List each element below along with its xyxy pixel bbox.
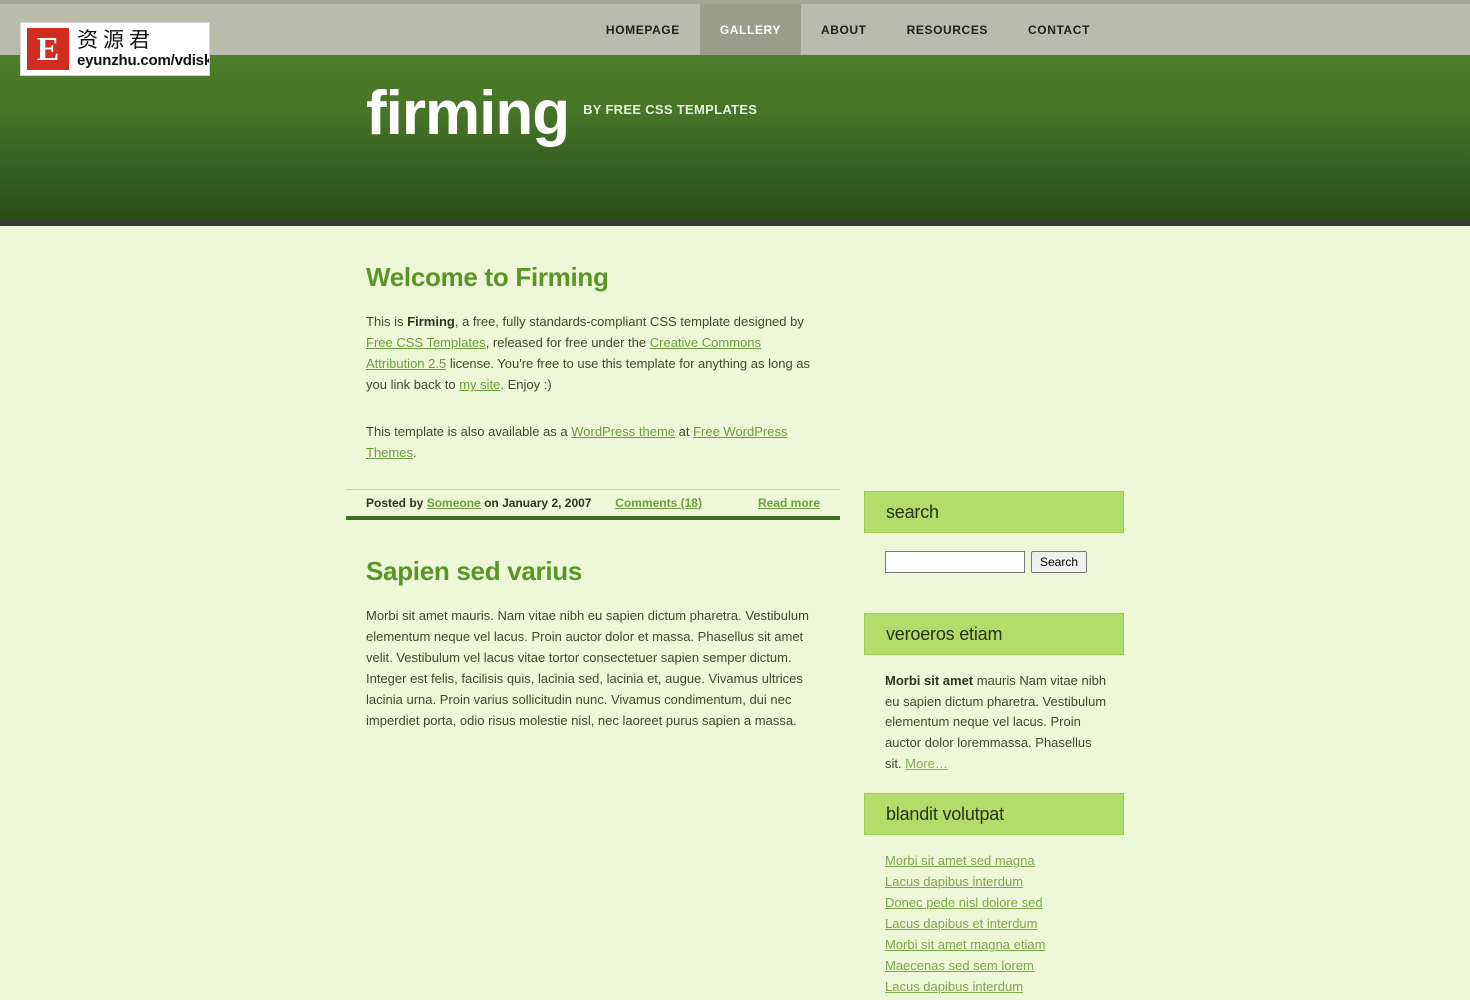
list-item: Donec pede nisl dolore sed xyxy=(885,895,1124,916)
top-navigation-bar: E 资源君 eyunzhu.com/vdisk HOMEPAGE GALLERY… xyxy=(0,0,1470,76)
sidebar-body-veroeros: Morbi sit amet mauris Nam vitae nibh eu … xyxy=(864,655,1124,775)
text-fragment: . xyxy=(412,445,417,460)
nav-item-gallery[interactable]: GALLERY xyxy=(699,4,801,55)
link-author[interactable]: Someone xyxy=(427,496,481,510)
list-item: Morbi sit amet sed magna xyxy=(885,853,1124,874)
logo-chinese-name: 资源君 xyxy=(77,28,155,52)
logo-url: eyunzhu.com/vdisk xyxy=(77,52,210,69)
text-fragment: . Enjoy :) xyxy=(500,377,552,392)
logo-text-group: 资源君 eyunzhu.com/vdisk xyxy=(77,28,210,69)
emphasis-firming: Firming xyxy=(407,314,455,329)
text-fragment: at xyxy=(675,424,694,439)
list-item: Lacus dapibus interdum xyxy=(885,874,1124,895)
post-paragraph-1: This is Firming, a free, fully standards… xyxy=(346,293,840,395)
link-wordpress-theme[interactable]: WordPress theme xyxy=(571,424,675,439)
banner-title-group: firming BY FREE CSS TEMPLATES xyxy=(366,83,757,145)
list-item: Morbi sit amet magna etiam xyxy=(885,937,1124,958)
post-meta-bar: Posted by Someone on January 2, 2007 Com… xyxy=(346,489,840,520)
main-content-column: Welcome to Firming This is Firming, a fr… xyxy=(346,226,840,731)
text-fragment: , released for free under the xyxy=(485,335,650,350)
sidebar-section-search: search Search xyxy=(864,491,1124,573)
sidebar-heading-veroeros: veroeros etiam xyxy=(864,613,1124,655)
sidebar-paragraph: Morbi sit amet mauris Nam vitae nibh eu … xyxy=(885,671,1107,775)
post-sapien-sed-varius: Sapien sed varius Morbi sit amet mauris.… xyxy=(346,520,840,731)
link-more[interactable]: More… xyxy=(905,756,948,771)
sidebar-link[interactable]: Donec pede nisl dolore sed xyxy=(885,895,1043,910)
search-form: Search xyxy=(864,533,1124,573)
post-title: Welcome to Firming xyxy=(366,262,609,292)
list-item: Maecenas sed sem lorem xyxy=(885,958,1124,979)
post-body: Morbi sit amet mauris. Nam vitae nibh eu… xyxy=(366,608,809,728)
text-fragment: , a free, fully standards-compliant CSS … xyxy=(454,314,804,329)
site-subtitle: BY FREE CSS TEMPLATES xyxy=(583,102,758,117)
post-paragraph-2: This template is also available as a Wor… xyxy=(346,395,840,463)
sidebar-link[interactable]: Morbi sit amet magna etiam xyxy=(885,937,1045,952)
text-fragment: This is xyxy=(366,314,408,329)
site-logo[interactable]: E 资源君 eyunzhu.com/vdisk xyxy=(20,22,210,76)
emphasis-morbi-sit-amet: Morbi sit amet xyxy=(885,673,974,688)
link-comments[interactable]: Comments (18) xyxy=(615,496,702,510)
sidebar-link[interactable]: Maecenas sed sem lorem xyxy=(885,958,1034,973)
logo-mark-icon: E xyxy=(27,28,69,70)
link-read-more[interactable]: Read more xyxy=(758,496,820,510)
nav-item-resources[interactable]: RESOURCES xyxy=(887,4,1008,55)
nav-item-contact[interactable]: CONTACT xyxy=(1008,4,1110,55)
sidebar-heading-search: search xyxy=(864,491,1124,533)
sidebar-heading-blandit: blandit volutpat xyxy=(864,793,1124,835)
text-fragment: This template is also available as a xyxy=(366,424,572,439)
site-title: firming xyxy=(366,79,570,148)
list-item: Lacus dapibus et interdum xyxy=(885,916,1124,937)
link-my-site[interactable]: my site xyxy=(459,377,500,392)
sidebar-link[interactable]: Morbi sit amet sed magna xyxy=(885,853,1035,868)
post-title: Sapien sed varius xyxy=(366,556,583,586)
nav-item-homepage[interactable]: HOMEPAGE xyxy=(586,4,700,55)
page-body: Welcome to Firming This is Firming, a fr… xyxy=(0,226,1470,994)
sidebar-section-blandit: blandit volutpat Morbi sit amet sed magn… xyxy=(864,793,1124,1000)
main-nav: HOMEPAGE GALLERY ABOUT RESOURCES CONTACT xyxy=(586,4,1110,55)
list-item: Lacus dapibus interdum xyxy=(885,979,1124,1000)
search-input[interactable] xyxy=(885,551,1025,573)
post-byline: Posted by Someone on January 2, 2007 xyxy=(366,496,591,510)
post-date: January 2, 2007 xyxy=(502,496,592,510)
post-welcome: Welcome to Firming This is Firming, a fr… xyxy=(346,226,840,520)
link-free-css-templates[interactable]: Free CSS Templates xyxy=(366,335,486,350)
search-button[interactable]: Search xyxy=(1031,551,1088,573)
sidebar-link-list: Morbi sit amet sed magna Lacus dapibus i… xyxy=(864,835,1124,1000)
sidebar-link[interactable]: Lacus dapibus interdum xyxy=(885,874,1023,889)
nav-item-about[interactable]: ABOUT xyxy=(801,4,887,55)
on-label: on xyxy=(484,496,499,510)
posted-by-label: Posted by xyxy=(366,496,424,510)
sidebar-link[interactable]: Lacus dapibus et interdum xyxy=(885,916,1037,931)
sidebar-section-veroeros: veroeros etiam Morbi sit amet mauris Nam… xyxy=(864,613,1124,775)
sidebar-link[interactable]: Lacus dapibus interdum xyxy=(885,979,1023,994)
site-banner: firming BY FREE CSS TEMPLATES xyxy=(0,55,1470,226)
